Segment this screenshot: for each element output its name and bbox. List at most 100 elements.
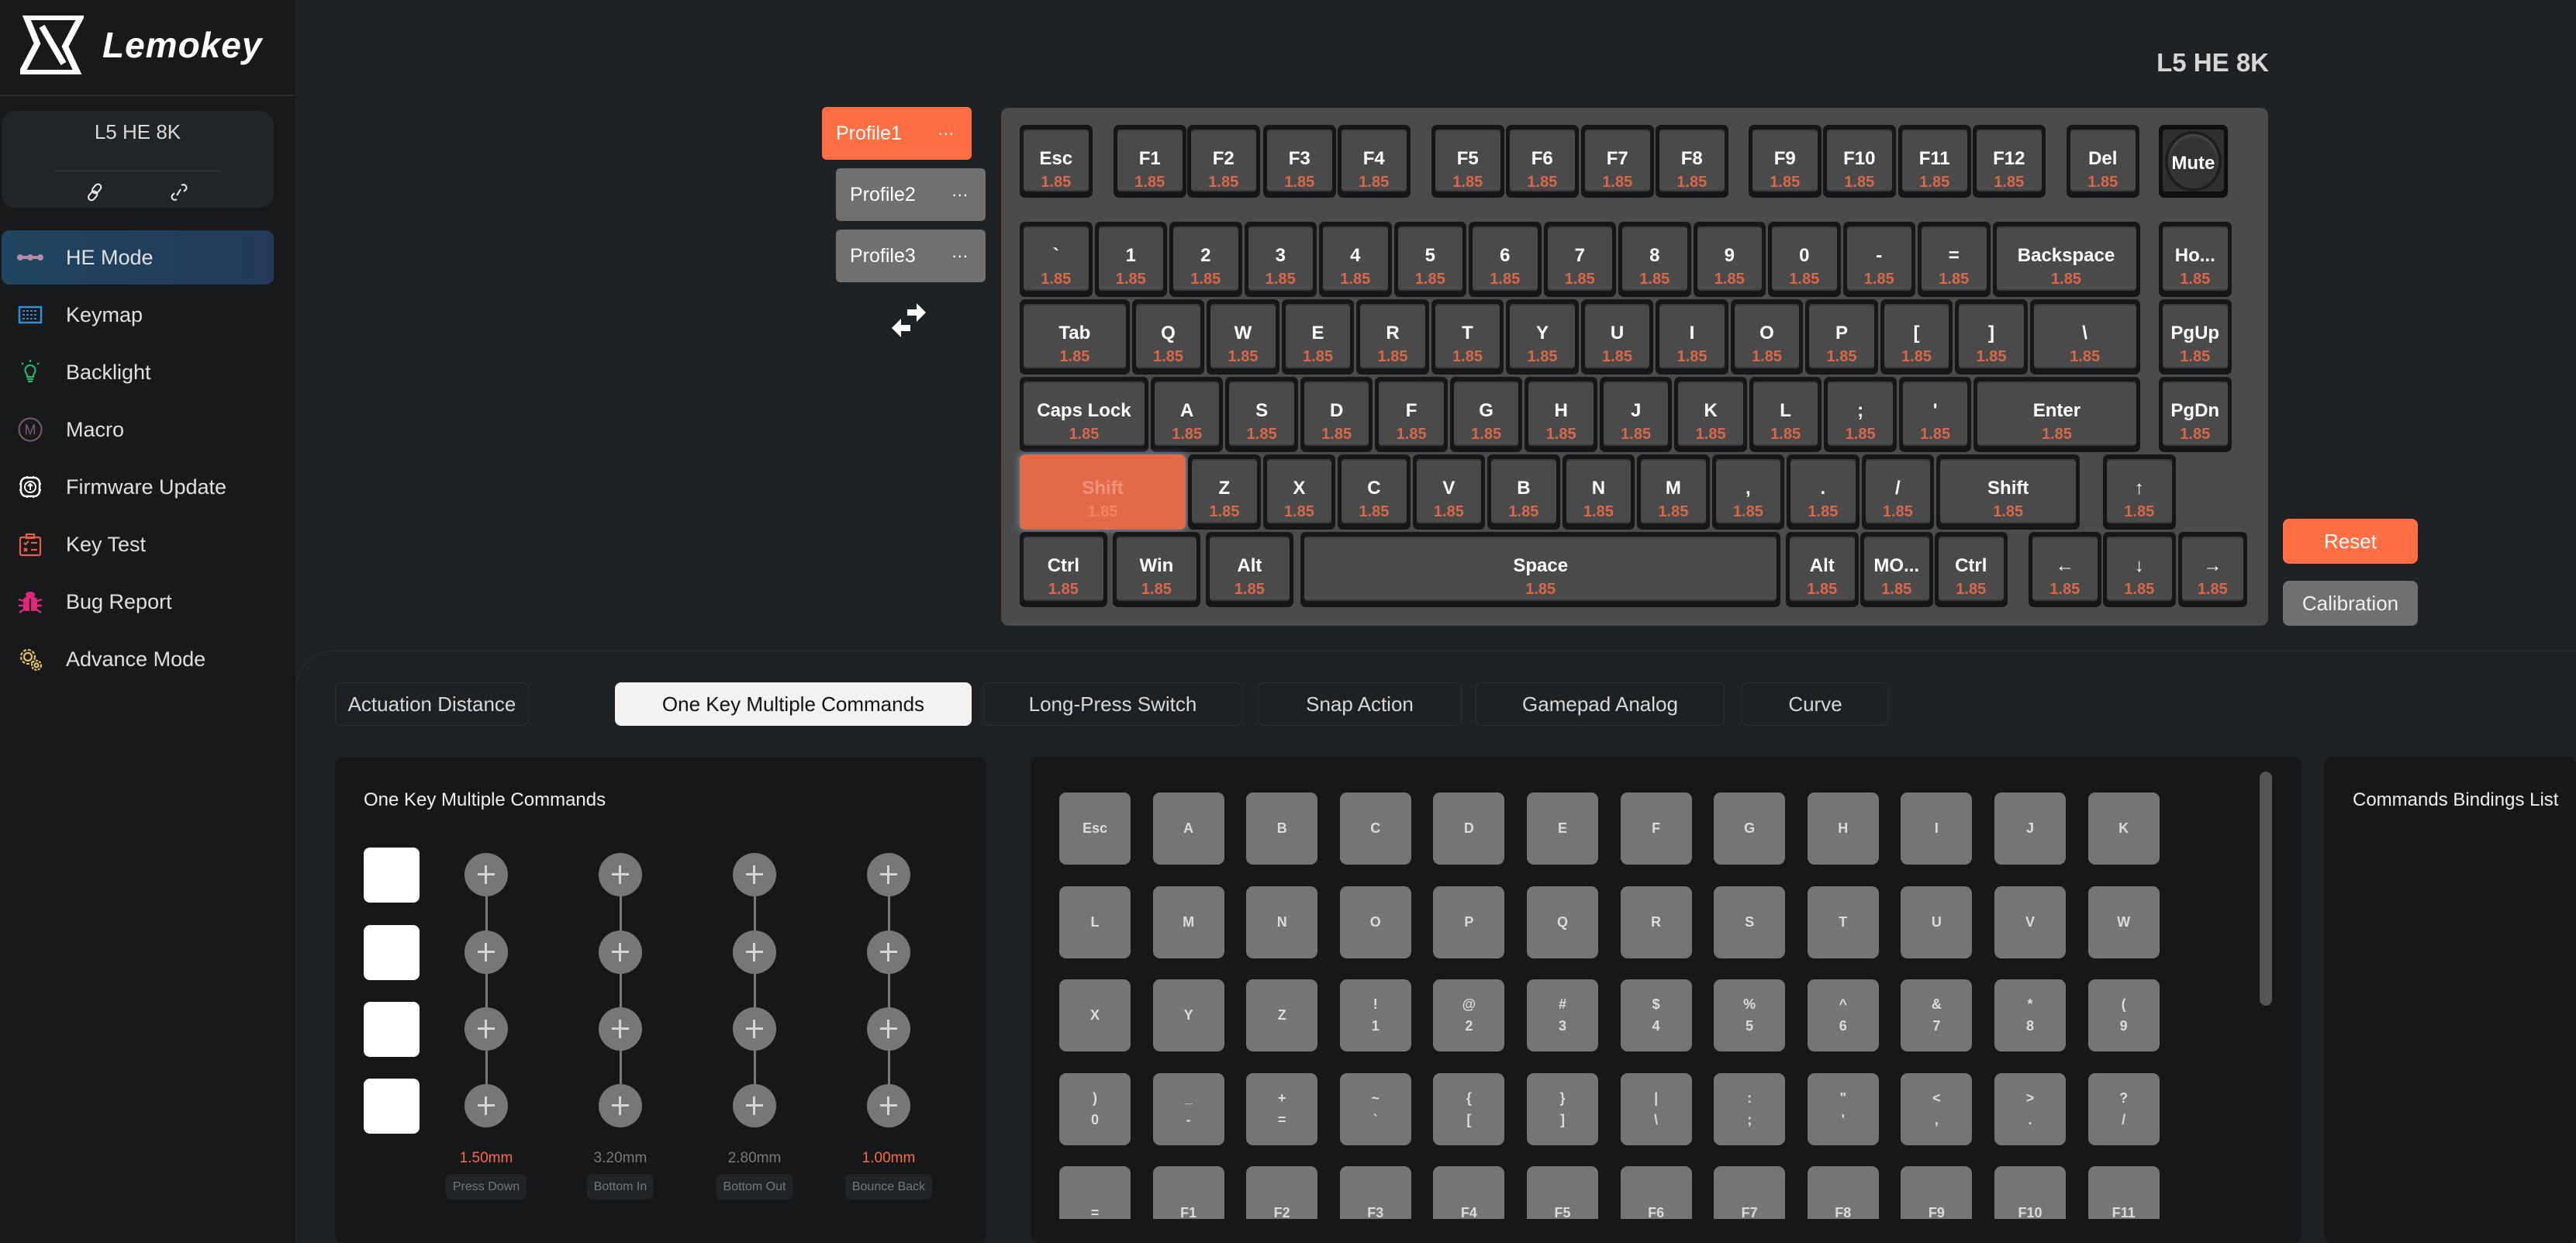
key-symbol-5-9[interactable]: → 1.85 (2178, 532, 2247, 607)
key-z[interactable]: Z 1.85 (1188, 454, 1261, 530)
add-command-button[interactable] (867, 853, 910, 896)
key-symbol-4-9[interactable]: . 1.85 (1787, 454, 1859, 530)
key-enter[interactable]: Enter 1.85 (1973, 377, 2140, 452)
key-k[interactable]: K 1.85 (1674, 377, 1747, 452)
key-x[interactable]: X 1.85 (1262, 454, 1336, 530)
picker-key[interactable]: B (1246, 792, 1318, 865)
key-8[interactable]: 8 1.85 (1618, 222, 1691, 297)
picker-key[interactable]: N (1246, 886, 1318, 958)
add-command-button[interactable] (599, 1007, 642, 1051)
key-n[interactable]: N 1.85 (1562, 454, 1635, 530)
key-f9[interactable]: F9 1.85 (1749, 125, 1822, 198)
key-j[interactable]: J 1.85 (1599, 377, 1673, 452)
picker-key[interactable]: }] (1527, 1072, 1598, 1145)
picker-key[interactable]: ~ ` (1339, 1072, 1411, 1145)
add-command-button[interactable] (867, 931, 910, 974)
key-f1[interactable]: F1 1.85 (1114, 125, 1186, 198)
key-7[interactable]: 7 1.85 (1543, 222, 1616, 297)
sidebar-item-firmware-update[interactable]: Firmware Update (2, 460, 274, 514)
key-s[interactable]: S 1.85 (1225, 377, 1298, 452)
profile-more-button[interactable]: ... (938, 119, 955, 140)
picker-key[interactable]: & 7 (1901, 979, 1973, 1051)
picker-key[interactable]: Esc (1059, 792, 1131, 865)
key-esc[interactable]: Esc 1.85 (1020, 125, 1093, 198)
key-f2[interactable]: F2 1.85 (1187, 125, 1260, 198)
picker-key[interactable]: :; (1714, 1072, 1786, 1145)
add-command-button[interactable] (733, 1007, 776, 1051)
picker-key[interactable]: F1 (1152, 1166, 1224, 1219)
picker-key[interactable]: P (1433, 886, 1505, 958)
picker-key[interactable]: T (1807, 886, 1879, 958)
key-symbol-2-11[interactable]: [1.85 (1880, 299, 1953, 375)
profile-tab-3[interactable]: Profile3... (836, 230, 986, 282)
picker-key[interactable]: _ - (1152, 1072, 1224, 1145)
key-g[interactable]: G 1.85 (1449, 377, 1523, 452)
picker-key[interactable]: Y (1152, 979, 1224, 1051)
sidebar-item-key-test[interactable]: Key Test (2, 517, 274, 571)
sidebar-item-he-mode[interactable]: HE Mode (2, 230, 274, 285)
picker-key[interactable]: O (1339, 886, 1411, 958)
picker-key[interactable]: ^ 6 (1807, 979, 1879, 1051)
key-6[interactable]: 6 1.85 (1469, 222, 1542, 297)
key-4[interactable]: 4 1.85 (1319, 222, 1392, 297)
key-q[interactable]: Q 1.85 (1131, 299, 1205, 375)
add-command-button[interactable] (733, 853, 776, 896)
key-symbol-2-13[interactable]: \ 1.85 (2029, 299, 2140, 375)
picker-key[interactable]: " ' (1807, 1072, 1879, 1145)
picker-key[interactable]: * 8 (1994, 979, 2066, 1051)
picker-key[interactable]: F11 (2087, 1166, 2160, 1219)
tab-one-key-multiple-commands[interactable]: One Key Multiple Commands (615, 682, 972, 726)
add-command-button[interactable] (599, 853, 642, 896)
add-command-button[interactable] (867, 1007, 910, 1051)
swap-profiles-icon[interactable] (892, 302, 926, 339)
key-alt[interactable]: Alt 1.85 (1786, 532, 1859, 607)
reset-button[interactable]: Reset (2283, 519, 2418, 564)
key-symbol-3-11[interactable]: ' 1.85 (1898, 377, 1972, 452)
tab-curve[interactable]: Curve (1742, 682, 1889, 726)
key-ho[interactable]: Ho... 1.85 (2159, 222, 2232, 297)
key-e[interactable]: E 1.85 (1281, 299, 1355, 375)
key-capslock[interactable]: Caps Lock 1.85 (1020, 377, 1148, 452)
picker-key[interactable]: >. (1994, 1072, 2066, 1145)
key-l[interactable]: L 1.85 (1749, 377, 1822, 452)
picker-key[interactable]: F5 (1527, 1166, 1598, 1219)
picker-key[interactable]: Q (1527, 886, 1598, 958)
picker-key[interactable]: V (1994, 886, 2066, 958)
picker-key[interactable]: F (1620, 792, 1692, 865)
key-p[interactable]: P 1.85 (1805, 299, 1878, 375)
picker-key[interactable]: J (1994, 792, 2066, 865)
key-f6[interactable]: F6 1.85 (1506, 125, 1579, 198)
key-v[interactable]: V 1.85 (1412, 454, 1486, 530)
key-f8[interactable]: F8 1.85 (1656, 125, 1728, 198)
picker-key[interactable]: A (1152, 792, 1224, 865)
key-f7[interactable]: F7 1.85 (1581, 125, 1654, 198)
picker-key[interactable]: R (1620, 886, 1692, 958)
add-command-button[interactable] (464, 1007, 508, 1051)
picker-key[interactable]: @2 (1433, 979, 1505, 1051)
key-5[interactable]: 5 1.85 (1393, 222, 1466, 297)
key-h[interactable]: H 1.85 (1525, 377, 1597, 452)
key-d[interactable]: D 1.85 (1300, 377, 1373, 452)
picker-key[interactable]: + = (1246, 1072, 1318, 1145)
key-a[interactable]: A 1.85 (1150, 377, 1224, 452)
key-f5[interactable]: F5 1.85 (1431, 125, 1504, 198)
key-backspace[interactable]: Backspace 1.85 (1992, 222, 2140, 297)
key-3[interactable]: 3 1.85 (1244, 222, 1317, 297)
profile-more-button[interactable]: ... (952, 181, 969, 201)
key-o[interactable]: O 1.85 (1730, 299, 1804, 375)
picker-key[interactable]: Z (1246, 979, 1318, 1051)
key-pgdn[interactable]: PgDn 1.85 (2159, 377, 2232, 452)
tab-gamepad-analog[interactable]: Gamepad Analog (1476, 682, 1725, 726)
key-symbol-5-7[interactable]: ← 1.85 (2029, 532, 2101, 607)
picker-key[interactable]: C (1339, 792, 1411, 865)
picker-key[interactable]: L (1059, 886, 1131, 958)
key-symbol-1-0[interactable]: ` 1.85 (1020, 222, 1093, 297)
key-symbol-1-11[interactable]: - 1.85 (1842, 222, 1915, 297)
command-key-slot[interactable] (364, 848, 420, 903)
picker-key[interactable]: D (1433, 792, 1505, 865)
profile-tab-1[interactable]: Profile1... (822, 107, 972, 160)
picker-key[interactable]: W (2087, 886, 2160, 958)
key-1[interactable]: 1 1.85 (1094, 222, 1167, 297)
key-mute[interactable]: Mute (2159, 125, 2228, 198)
unlink-icon[interactable] (169, 182, 189, 202)
